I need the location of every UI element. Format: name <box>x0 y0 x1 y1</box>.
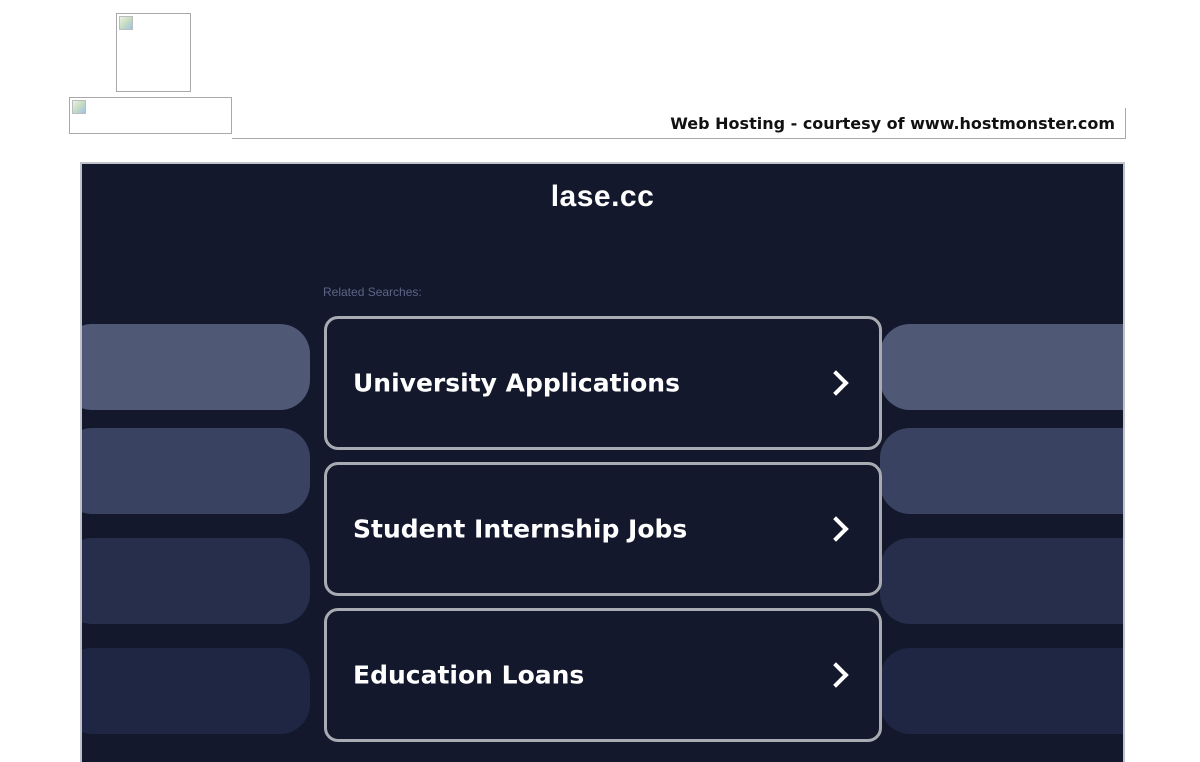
decorative-pill-left <box>82 428 310 514</box>
domain-title: lase.cc <box>550 180 655 213</box>
related-search-label: Education Loans <box>353 660 585 690</box>
chevron-right-icon <box>823 370 849 396</box>
decorative-pill-right <box>880 324 1123 410</box>
decorative-pill-left <box>82 324 310 410</box>
decorative-pill-right <box>880 428 1123 514</box>
chevron-right-icon <box>823 516 849 542</box>
image-placeholder-icon <box>119 16 133 30</box>
hosting-courtesy-text[interactable]: Web Hosting - courtesy of www.hostmonste… <box>670 114 1115 133</box>
related-search-card[interactable]: University Applications <box>324 316 882 450</box>
decorative-pill-right <box>880 648 1123 734</box>
related-search-label: University Applications <box>353 368 680 398</box>
related-search-card[interactable]: Education Loans <box>324 608 882 742</box>
chevron-right-icon <box>823 662 849 688</box>
related-search-card[interactable]: Student Internship Jobs <box>324 462 882 596</box>
hosting-banner: Web Hosting - courtesy of www.hostmonste… <box>232 108 1126 139</box>
decorative-pill-left <box>82 648 310 734</box>
image-placeholder-icon <box>72 100 86 114</box>
related-search-label: Student Internship Jobs <box>353 514 688 544</box>
parked-domain-frame: lase.cc Related Searches: University App… <box>80 162 1125 762</box>
related-searches-label: Related Searches: <box>323 285 422 299</box>
decorative-pill-right <box>880 538 1123 624</box>
broken-image-icon <box>69 97 232 134</box>
decorative-pill-left <box>82 538 310 624</box>
broken-image-icon <box>116 13 191 92</box>
